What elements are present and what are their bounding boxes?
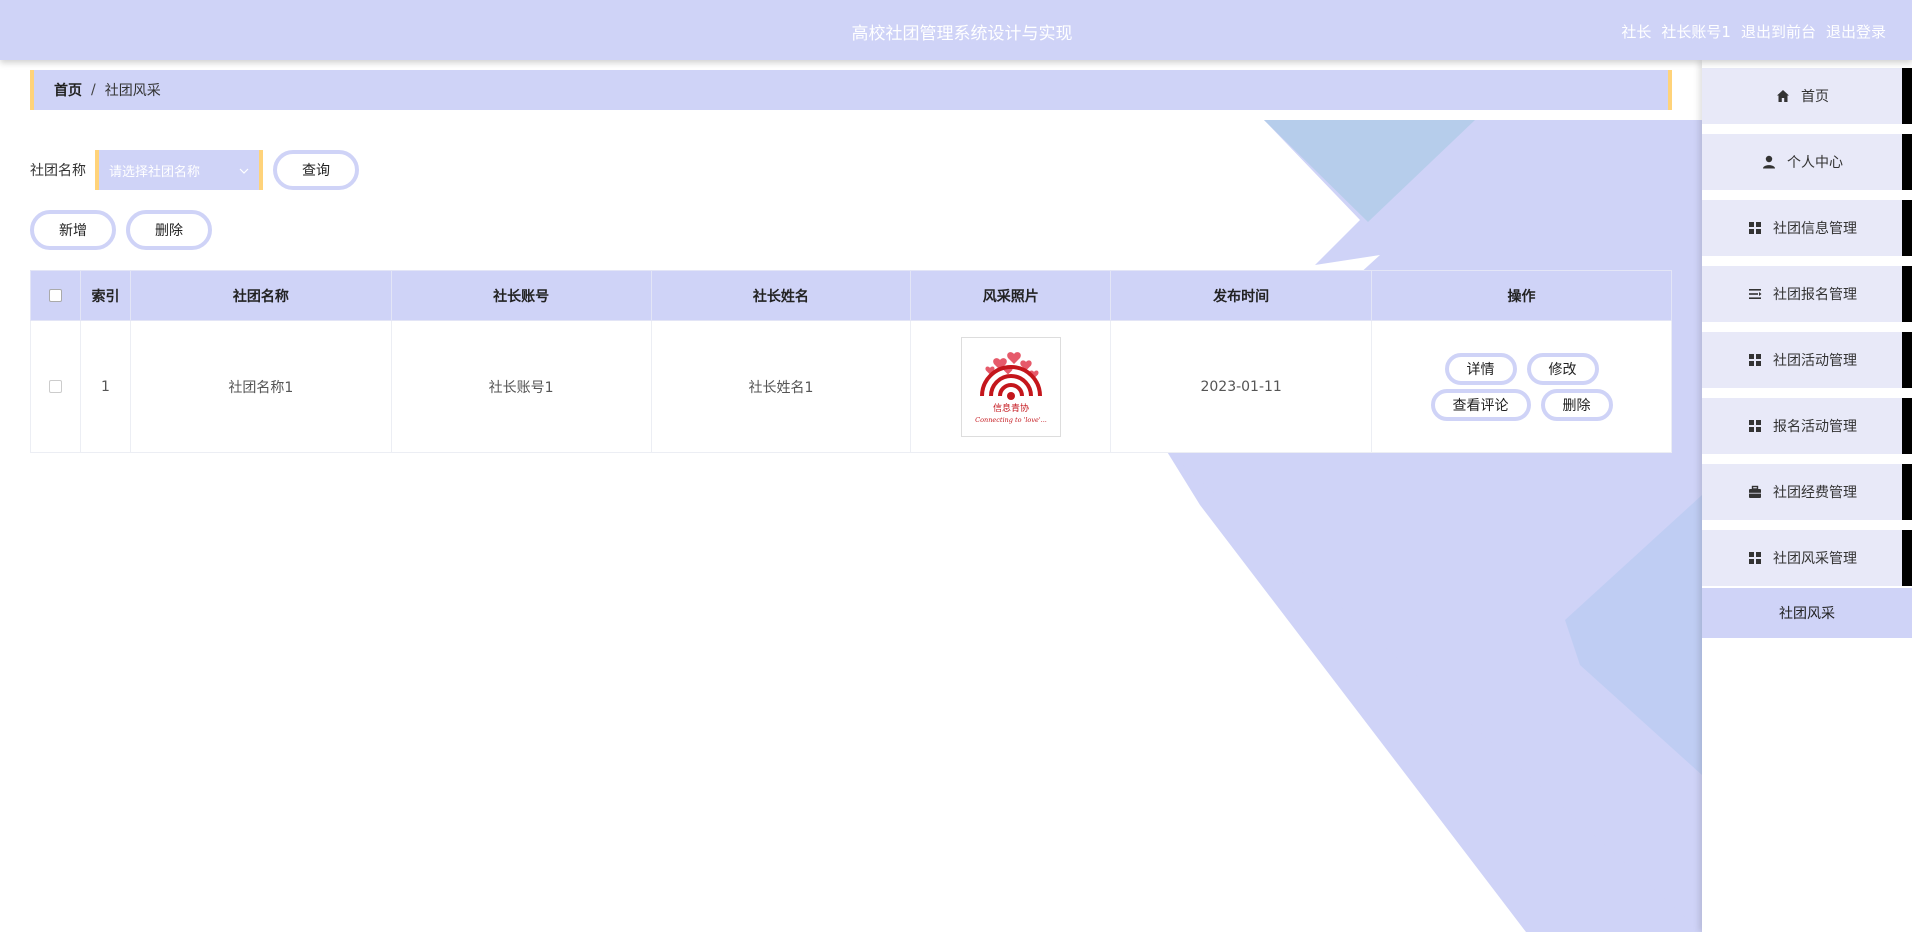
sidebar-item-club-funds[interactable]: 社团经费管理: [1702, 464, 1912, 520]
row-leader-account: 社长账号1: [390, 320, 652, 453]
photo-caption-cn: 信息青协: [993, 402, 1029, 414]
query-button[interactable]: 查询: [273, 150, 359, 190]
sidebar-item-label: 社团活动管理: [1773, 353, 1857, 369]
sidebar-item-label: 社团报名管理: [1773, 287, 1857, 303]
sidebar-subitem-club-style[interactable]: 社团风采: [1702, 588, 1912, 638]
exit-to-front-link[interactable]: 退出到前台: [1741, 21, 1816, 42]
sidebar-item-label: 报名活动管理: [1773, 419, 1857, 435]
sidebar-item-club-info[interactable]: 社团信息管理: [1702, 200, 1912, 256]
club-name-select-placeholder: 请选择社团名称: [109, 164, 201, 180]
club-name-select[interactable]: 请选择社团名称: [95, 150, 263, 190]
view-comments-button[interactable]: 查看评论: [1430, 388, 1531, 421]
user-role: 社长: [1621, 23, 1652, 41]
user-icon: [1761, 154, 1777, 170]
row-club-name: 社团名称1: [129, 320, 392, 453]
photo-caption-en: Connecting to 'love'...: [975, 416, 1047, 424]
breadcrumb: 首页 / 社团风采: [30, 70, 1672, 110]
sidebar-item-label: 社团经费管理: [1773, 485, 1857, 501]
grid-icon: [1747, 550, 1763, 566]
sidebar-item-club-signup[interactable]: 社团报名管理: [1702, 266, 1912, 322]
breadcrumb-current: 社团风采: [104, 83, 161, 99]
row-publish-time: 2023-01-11: [1110, 320, 1373, 453]
column-header: 社长账号: [390, 270, 652, 321]
column-header: 发布时间: [1110, 270, 1373, 321]
grid-icon: [1747, 418, 1763, 434]
sidebar-item-label: 社团风采管理: [1773, 551, 1857, 567]
sidebar-item-club-activity[interactable]: 社团活动管理: [1702, 332, 1912, 388]
row-checkbox[interactable]: [48, 380, 62, 393]
row-photo-cell: 信息青协 Connecting to 'love'...: [910, 320, 1112, 453]
row-select-cell: [30, 320, 81, 453]
detail-button[interactable]: 详情: [1444, 352, 1517, 385]
briefcase-icon: [1747, 484, 1763, 500]
row-ops-cell: 详情 修改 查看评论 删除: [1371, 320, 1672, 453]
row-leader-name: 社长姓名1: [650, 320, 912, 453]
logout-link[interactable]: 退出登录: [1826, 21, 1886, 42]
sidebar-item-home[interactable]: 首页: [1702, 68, 1912, 124]
sidebar: 首页 个人中心 社团信息管理 社团报名管理 社团活动管理 报名活动管理 社团经费…: [1702, 60, 1912, 932]
club-photo[interactable]: 信息青协 Connecting to 'love'...: [960, 336, 1061, 437]
search-row: 社团名称 请选择社团名称 查询: [30, 150, 359, 190]
list-icon: [1747, 286, 1763, 302]
delete-button[interactable]: 删除: [126, 210, 212, 250]
table-header-row: 索引 社团名称 社长账号 社长姓名 风采照片 发布时间 操作: [30, 270, 1672, 321]
top-bar: 高校社团管理系统设计与实现 社长 社长账号1 退出到前台 退出登录: [0, 0, 1912, 60]
column-header: 索引: [79, 270, 131, 321]
sidebar-item-label: 个人中心: [1787, 155, 1843, 171]
sidebar-item-club-style[interactable]: 社团风采管理: [1702, 530, 1912, 586]
sidebar-item-label: 首页: [1801, 89, 1829, 105]
data-table: 索引 社团名称 社长账号 社长姓名 风采照片 发布时间 操作 1 社团名称1 社…: [30, 270, 1672, 453]
edit-button[interactable]: 修改: [1526, 352, 1599, 385]
home-icon: [1775, 88, 1791, 104]
table-row: 1 社团名称1 社长账号1 社长姓名1 信息青协 Connecting to '…: [30, 320, 1672, 453]
sidebar-item-activity-signup[interactable]: 报名活动管理: [1702, 398, 1912, 454]
select-all-cell: [30, 270, 81, 321]
column-header: 社长姓名: [650, 270, 912, 321]
action-row: 新增 删除: [30, 210, 212, 250]
breadcrumb-separator: /: [91, 82, 96, 98]
sidebar-item-profile[interactable]: 个人中心: [1702, 134, 1912, 190]
row-delete-button[interactable]: 删除: [1540, 388, 1613, 421]
background-decoration: [1166, 120, 1702, 932]
chevron-down-icon: [239, 164, 249, 177]
club-name-label: 社团名称: [30, 163, 86, 179]
user-menu: 社长 社长账号1 退出到前台 退出登录: [1621, 21, 1886, 42]
row-index: 1: [79, 320, 131, 453]
club-photo-image: 信息青协 Connecting to 'love'...: [961, 337, 1060, 436]
column-header: 社团名称: [129, 270, 392, 321]
grid-icon: [1747, 352, 1763, 368]
user-account: 社长账号1: [1661, 23, 1731, 41]
select-all-checkbox[interactable]: [48, 289, 62, 302]
grid-icon: [1747, 220, 1763, 236]
column-header: 操作: [1371, 270, 1672, 321]
add-button[interactable]: 新增: [30, 210, 116, 250]
row-ops: 详情 修改 查看评论 删除: [1372, 352, 1671, 421]
sidebar-item-label: 社团信息管理: [1773, 221, 1857, 237]
column-header: 风采照片: [910, 270, 1112, 321]
breadcrumb-home[interactable]: 首页: [54, 80, 82, 100]
